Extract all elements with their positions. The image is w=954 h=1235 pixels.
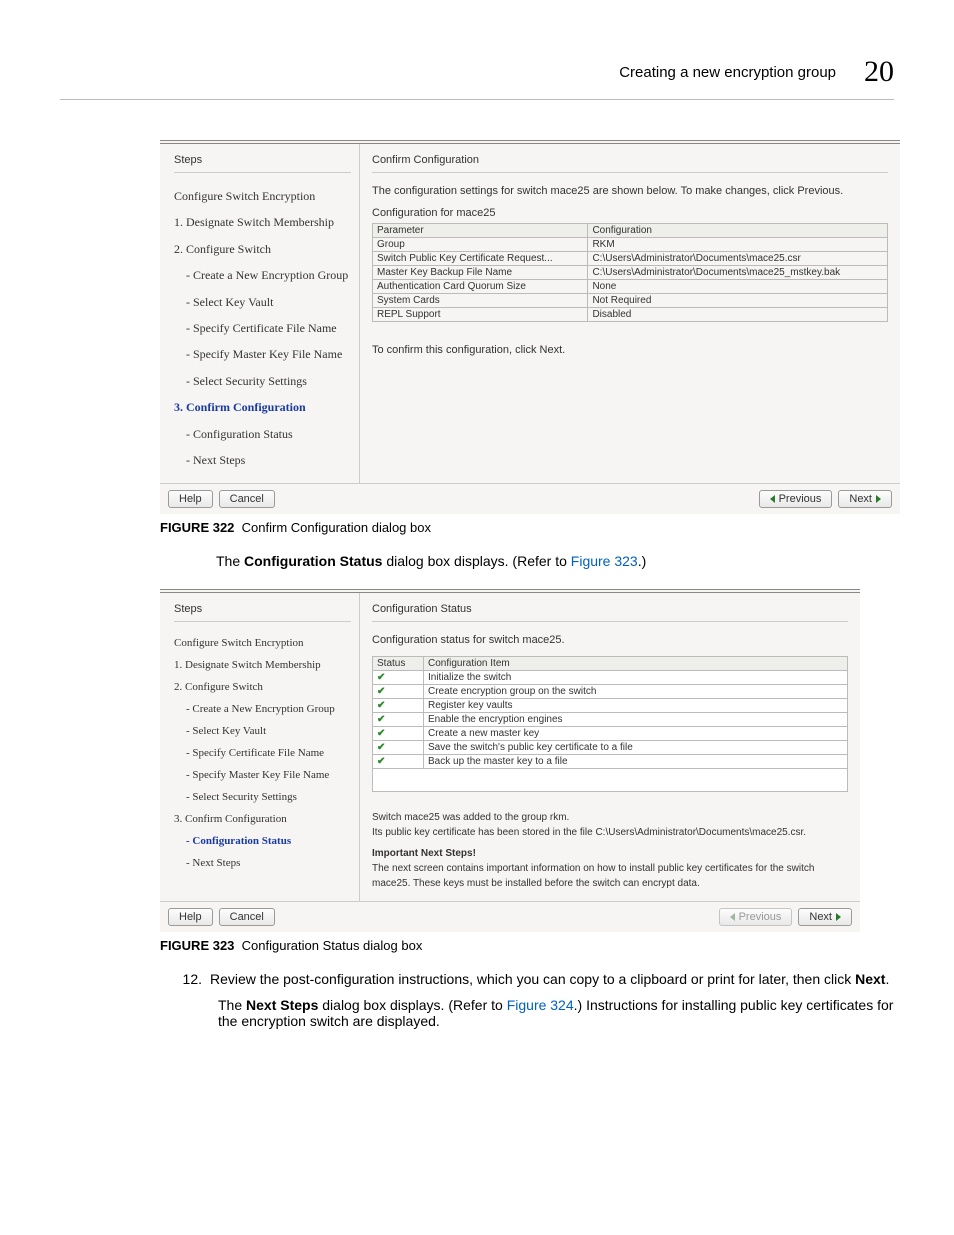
panel-description: The configuration settings for switch ma… — [372, 185, 888, 197]
check-icon: ✔ — [373, 699, 424, 713]
section-title: Creating a new encryption group — [619, 64, 836, 81]
check-icon: ✔ — [373, 755, 424, 769]
status-item: Register key vaults — [424, 699, 848, 713]
chapter-number: 20 — [864, 55, 894, 89]
check-icon: ✔ — [373, 741, 424, 755]
figure-323-link[interactable]: Figure 323 — [571, 553, 638, 569]
step-2-sub[interactable]: - Select Security Settings — [186, 786, 351, 808]
step-2-sub[interactable]: - Create a New Encryption Group — [186, 262, 351, 288]
previous-label: Previous — [779, 493, 822, 505]
figure-322-caption: FIGURE 322 Confirm Configuration dialog … — [160, 520, 894, 535]
step-heading: Configure Switch Encryption — [174, 632, 351, 654]
step-2-sub[interactable]: - Specify Master Key File Name — [186, 341, 351, 367]
panel-title: Configuration Status — [372, 603, 848, 615]
next-button[interactable]: Next — [798, 908, 852, 926]
status-item: Initialize the switch — [424, 671, 848, 685]
cell: C:\Users\Administrator\Documents\mace25.… — [588, 252, 888, 266]
step-1[interactable]: 1. Designate Switch Membership — [174, 209, 351, 235]
wizard-steps-panel: Steps Configure Switch Encryption 1. Des… — [160, 144, 360, 483]
previous-button[interactable]: Previous — [759, 490, 833, 508]
cell: Master Key Backup File Name — [373, 266, 588, 280]
figure-label: FIGURE 322 — [160, 520, 234, 535]
previous-label: Previous — [739, 911, 782, 923]
step-3-sub[interactable]: - Next Steps — [186, 447, 351, 473]
cell: C:\Users\Administrator\Documents\mace25_… — [588, 266, 888, 280]
step-3-sub[interactable]: - Configuration Status — [186, 421, 351, 447]
help-button[interactable]: Help — [168, 490, 213, 508]
next-button[interactable]: Next — [838, 490, 892, 508]
cell: Authentication Card Quorum Size — [373, 280, 588, 294]
status-item: Save the switch's public key certificate… — [424, 741, 848, 755]
status-item: Enable the encryption engines — [424, 713, 848, 727]
check-icon: ✔ — [373, 713, 424, 727]
col-status: Status — [373, 657, 424, 671]
status-item: Create a new master key — [424, 727, 848, 741]
step-2[interactable]: 2. Configure Switch — [174, 236, 351, 262]
step-3[interactable]: 3. Confirm Configuration — [174, 808, 351, 830]
step-2-sub[interactable]: - Select Security Settings — [186, 368, 351, 394]
wizard-steps-panel: Steps Configure Switch Encryption 1. Des… — [160, 593, 360, 901]
panel-title: Confirm Configuration — [372, 154, 888, 166]
cell: None — [588, 280, 888, 294]
figure-text: Confirm Configuration dialog box — [242, 520, 431, 535]
step-number: 12. — [182, 971, 210, 987]
check-icon: ✔ — [373, 685, 424, 699]
cell: REPL Support — [373, 308, 588, 322]
configuration-status-dialog: Steps Configure Switch Encryption 1. Des… — [160, 589, 860, 932]
chevron-left-icon — [730, 913, 735, 921]
configuration-table: ParameterConfiguration GroupRKM Switch P… — [372, 223, 888, 322]
chevron-right-icon — [836, 913, 841, 921]
step-2-sub[interactable]: - Select Key Vault — [186, 720, 351, 742]
confirm-configuration-dialog: Steps Configure Switch Encryption 1. Des… — [160, 140, 900, 514]
step-3-sub-active[interactable]: - Configuration Status — [186, 830, 351, 852]
step-heading: Configure Switch Encryption — [174, 183, 351, 209]
cell: Switch Public Key Certificate Request... — [373, 252, 588, 266]
previous-button[interactable]: Previous — [719, 908, 793, 926]
col-item: Configuration Item — [424, 657, 848, 671]
status-item: Create encryption group on the switch — [424, 685, 848, 699]
cancel-button[interactable]: Cancel — [219, 490, 275, 508]
body-paragraph: The Configuration Status dialog box disp… — [216, 553, 894, 569]
panel-description: Configuration status for switch mace25. — [372, 634, 848, 646]
confirm-instruction: To confirm this configuration, click Nex… — [372, 344, 888, 356]
step-2-sub[interactable]: - Select Key Vault — [186, 289, 351, 315]
step-12-followup: The Next Steps dialog box displays. (Ref… — [218, 997, 894, 1029]
step-2-sub[interactable]: - Specify Certificate File Name — [186, 315, 351, 341]
help-button[interactable]: Help — [168, 908, 213, 926]
figure-323-caption: FIGURE 323 Configuration Status dialog b… — [160, 938, 894, 953]
step-2[interactable]: 2. Configure Switch — [174, 676, 351, 698]
step-3-sub[interactable]: - Next Steps — [186, 852, 351, 874]
steps-header: Steps — [174, 154, 351, 166]
check-icon: ✔ — [373, 671, 424, 685]
config-subheader: Configuration for mace25 — [372, 207, 888, 219]
col-configuration: Configuration — [588, 224, 888, 238]
cell: RKM — [588, 238, 888, 252]
steps-header: Steps — [174, 603, 351, 615]
chevron-right-icon — [876, 495, 881, 503]
chevron-left-icon — [770, 495, 775, 503]
step-1[interactable]: 1. Designate Switch Membership — [174, 654, 351, 676]
figure-label: FIGURE 323 — [160, 938, 234, 953]
figure-324-link[interactable]: Figure 324 — [507, 997, 574, 1013]
step-2-sub[interactable]: - Specify Master Key File Name — [186, 764, 351, 786]
figure-text: Configuration Status dialog box — [242, 938, 423, 953]
check-icon: ✔ — [373, 727, 424, 741]
cell: Disabled — [588, 308, 888, 322]
cell: System Cards — [373, 294, 588, 308]
col-parameter: Parameter — [373, 224, 588, 238]
cell: Group — [373, 238, 588, 252]
step-2-sub[interactable]: - Create a New Encryption Group — [186, 698, 351, 720]
status-item: Back up the master key to a file — [424, 755, 848, 769]
cell: Not Required — [588, 294, 888, 308]
next-label: Next — [849, 493, 872, 505]
status-message: Switch mace25 was added to the group rkm… — [372, 810, 848, 891]
numbered-step-12: 12. Review the post-configuration instru… — [182, 971, 894, 987]
step-3-active[interactable]: 3. Confirm Configuration — [174, 394, 351, 420]
next-label: Next — [809, 911, 832, 923]
status-table: StatusConfiguration Item ✔Initialize the… — [372, 656, 848, 792]
step-2-sub[interactable]: - Specify Certificate File Name — [186, 742, 351, 764]
header-divider — [60, 99, 894, 100]
cancel-button[interactable]: Cancel — [219, 908, 275, 926]
